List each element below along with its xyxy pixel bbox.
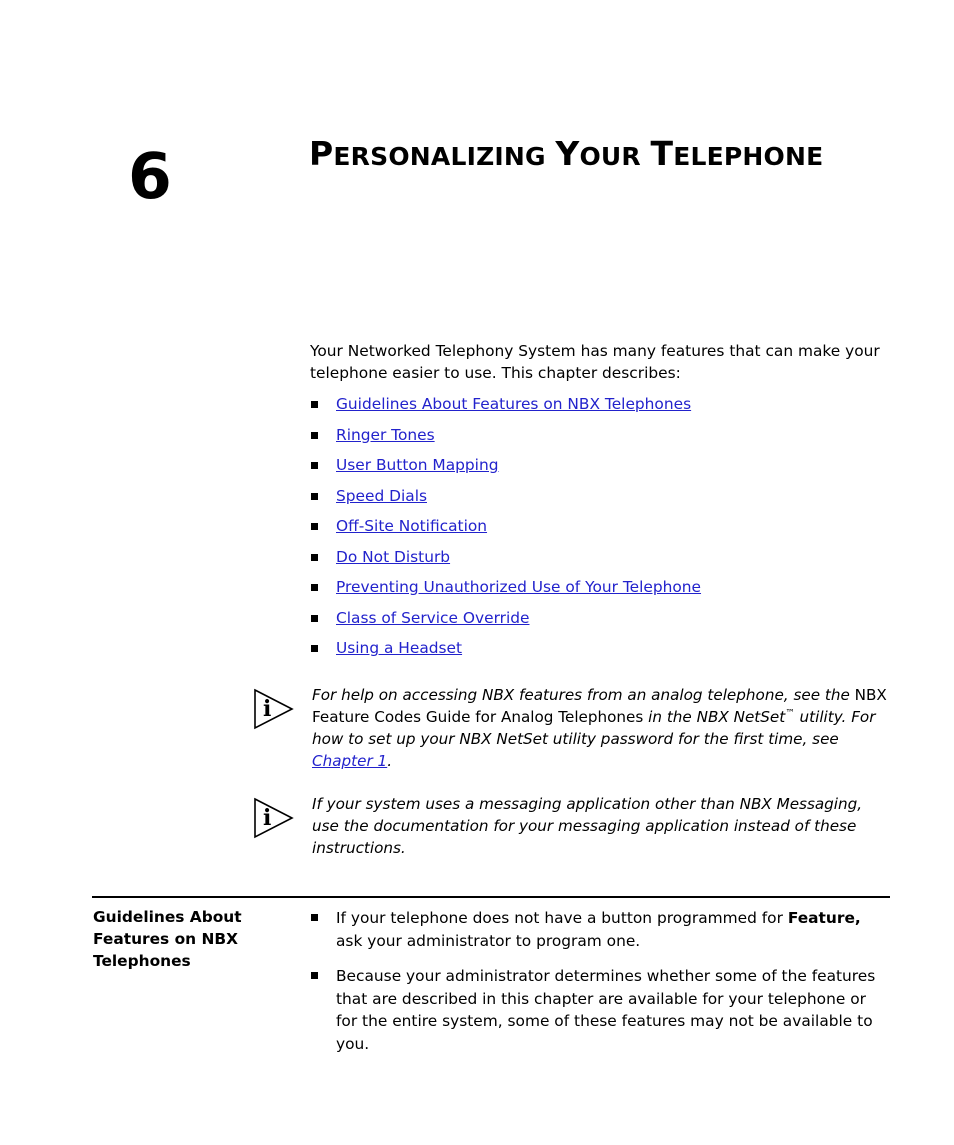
section-bullet-list: If your telephone does not have a button…: [310, 907, 890, 1055]
list-item: Preventing Unauthorized Use of Your Tele…: [310, 577, 890, 598]
list-item: Class of Service Override: [310, 608, 890, 629]
square-bullet-icon: [311, 645, 318, 652]
list-item: Guidelines About Features on NBX Telepho…: [310, 394, 890, 415]
note-text: For help on accessing NBX features from …: [312, 684, 892, 772]
toc-link-preventing-unauthorized-use[interactable]: Preventing Unauthorized Use of Your Tele…: [336, 578, 701, 596]
square-bullet-icon: [311, 523, 318, 530]
toc-link-using-a-headset[interactable]: Using a Headset: [336, 639, 462, 657]
section-heading: Guidelines About Features on NBX Telepho…: [93, 908, 242, 970]
list-item: Ringer Tones: [310, 425, 890, 446]
list-item: If your telephone does not have a button…: [310, 907, 890, 952]
square-bullet-icon: [311, 492, 318, 500]
info-note-icon: i: [254, 688, 294, 730]
toc-link-do-not-disturb[interactable]: Do Not Disturb: [336, 548, 450, 566]
section-body: If your telephone does not have a button…: [310, 907, 890, 1068]
chapter-intro-block: Your Networked Telephony System has many…: [310, 341, 890, 669]
toc-link-off-site-notification[interactable]: Off-Site Notification: [336, 517, 487, 535]
bullet-1-bold: Feature,: [787, 909, 861, 927]
document-page: 6 PERSONALIZING YOUR TELEPHONE Your Netw…: [0, 0, 954, 1145]
title-word-3-cap: T: [650, 134, 674, 173]
toc-link-ringer-tones[interactable]: Ringer Tones: [336, 426, 435, 444]
bullet-1-seg2: ask your administrator to program one.: [336, 931, 641, 950]
svg-text:i: i: [263, 696, 271, 722]
note-1-seg4: .: [387, 752, 393, 770]
title-word-1-cap: P: [309, 134, 334, 173]
section-divider: [92, 896, 890, 898]
chapter-contents-list: Guidelines About Features on NBX Telepho…: [310, 394, 890, 659]
page-title: PERSONALIZING YOUR TELEPHONE: [309, 134, 823, 173]
bullet-1-seg1: If your telephone does not have a button…: [336, 909, 788, 927]
toc-link-user-button-mapping[interactable]: User Button Mapping: [336, 456, 498, 474]
square-bullet-icon: [311, 584, 318, 591]
list-item: Using a Headset: [310, 638, 890, 659]
square-bullet-icon: [311, 401, 318, 408]
intro-paragraph: Your Networked Telephony System has many…: [310, 342, 880, 382]
bullet-2-seg1: Because your administrator determines wh…: [336, 967, 876, 1053]
list-item: Do Not Disturb: [310, 547, 890, 568]
square-bullet-icon: [311, 431, 318, 439]
square-bullet-icon: [311, 553, 318, 561]
title-word-3-rest: ELEPHONE: [673, 142, 824, 171]
note-link-chapter-1[interactable]: Chapter 1: [312, 752, 387, 770]
chapter-number: 6: [128, 140, 172, 213]
trademark-symbol: ™: [785, 707, 795, 719]
info-note-icon: i: [254, 797, 294, 839]
title-word-1-rest: ERSONALIZING: [333, 142, 546, 171]
toc-link-speed-dials[interactable]: Speed Dials: [336, 487, 427, 505]
title-word-1: PERSONALIZING: [309, 134, 546, 173]
note-1-seg1: For help on accessing NBX features from …: [312, 686, 855, 704]
list-item: User Button Mapping: [310, 455, 890, 476]
list-item: Because your administrator determines wh…: [310, 965, 890, 1055]
title-word-3: TELEPHONE: [651, 134, 824, 173]
list-item: Off-Site Notification: [310, 516, 890, 537]
title-word-2-cap: Y: [555, 134, 580, 173]
square-bullet-icon: [311, 462, 318, 469]
square-bullet-icon: [311, 972, 318, 979]
note-text: If your system uses a messaging applicat…: [312, 793, 892, 859]
toc-link-guidelines[interactable]: Guidelines About Features on NBX Telepho…: [336, 395, 691, 413]
square-bullet-icon: [311, 614, 318, 622]
list-item: Speed Dials: [310, 486, 890, 507]
square-bullet-icon: [311, 914, 318, 921]
toc-link-class-of-service-override[interactable]: Class of Service Override: [336, 609, 529, 627]
title-word-2: YOUR: [555, 134, 641, 173]
title-word-2-rest: OUR: [579, 142, 641, 171]
note-2-seg1: If your system uses a messaging applicat…: [312, 795, 863, 857]
note-1-seg2: in the NBX NetSet: [643, 708, 786, 726]
svg-text:i: i: [263, 805, 271, 831]
